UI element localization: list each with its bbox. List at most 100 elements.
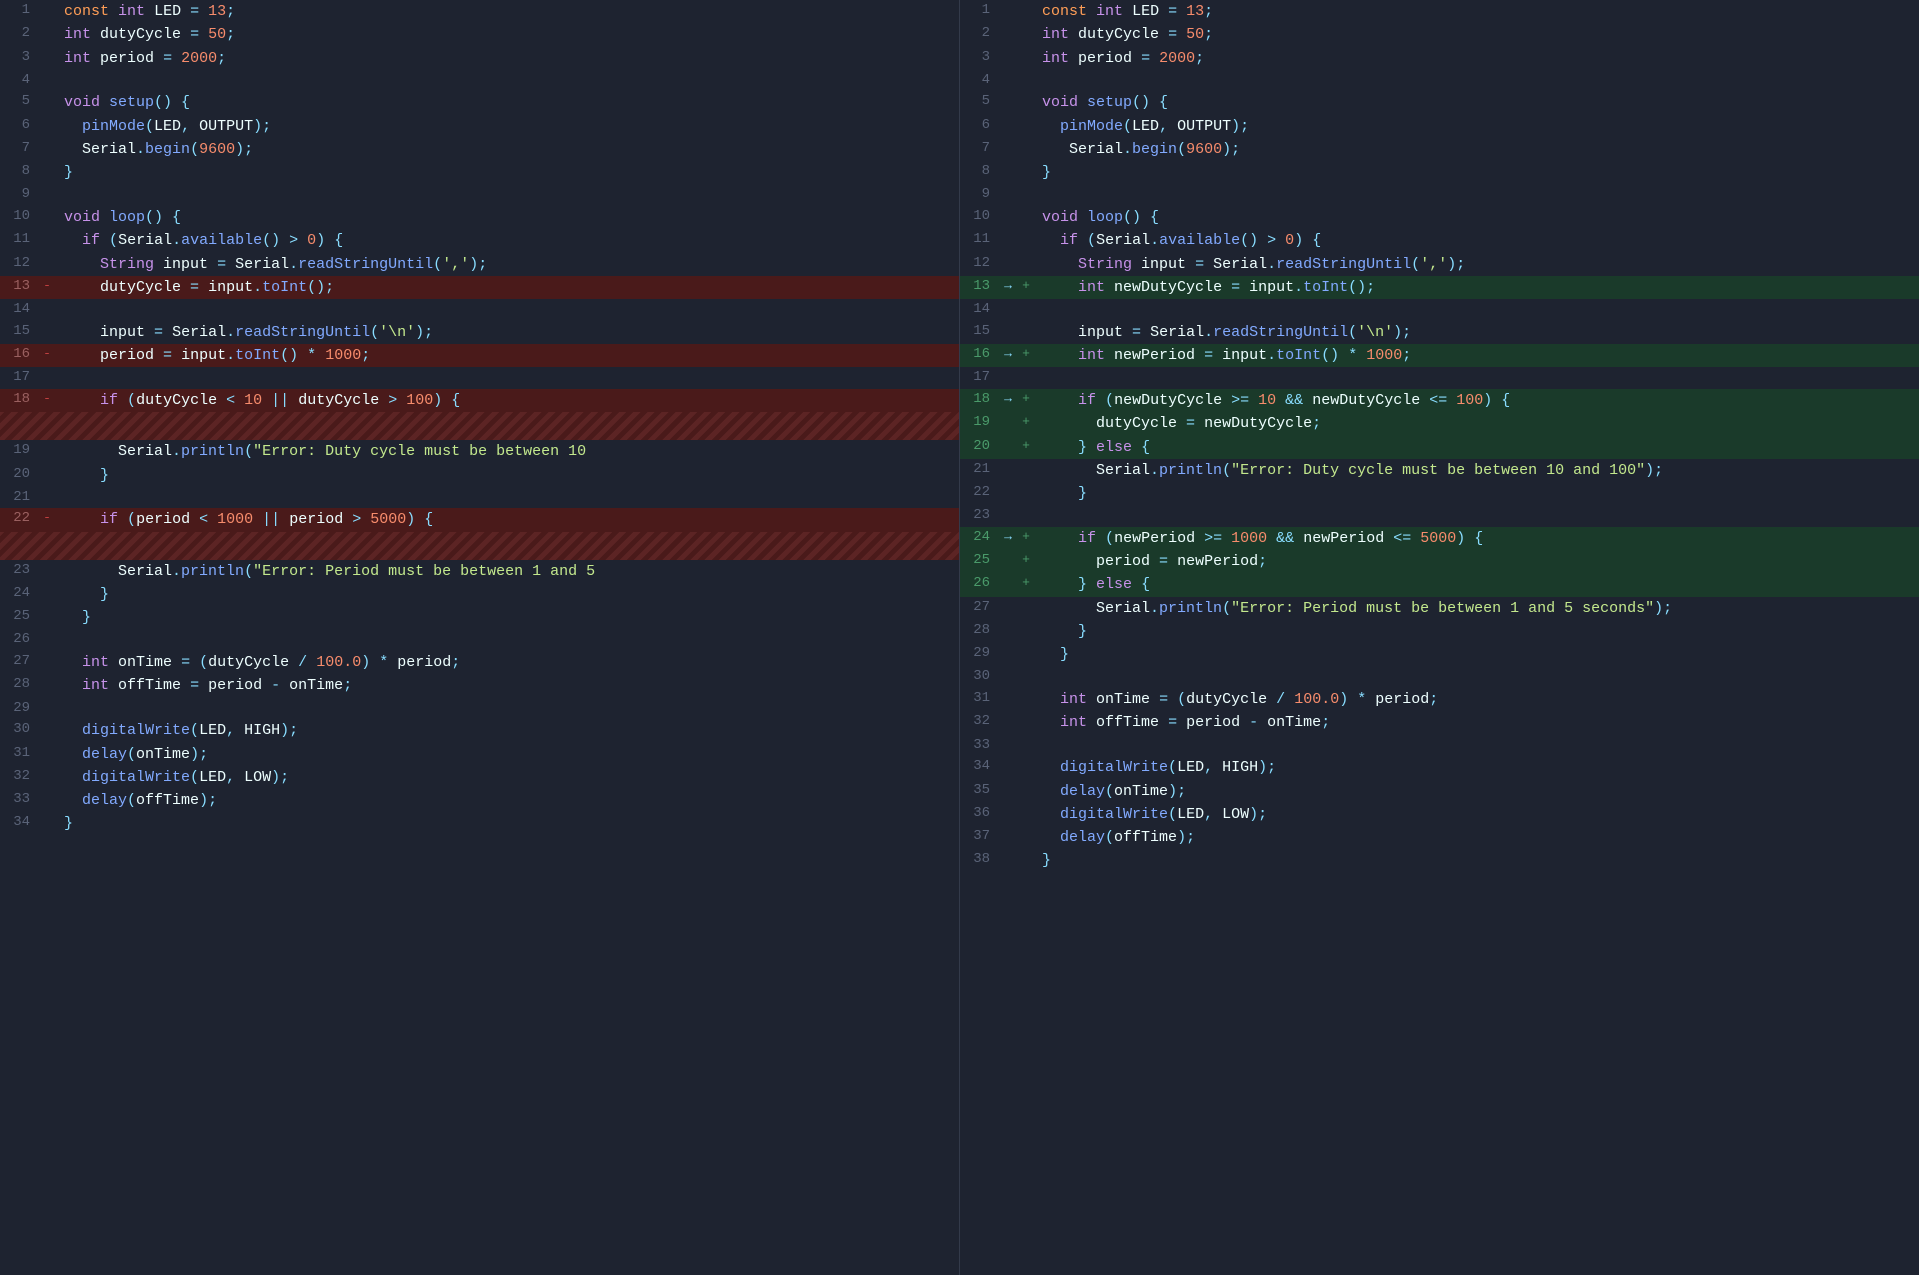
code-row: 30 — [960, 666, 1919, 688]
line-content: int period = 2000; — [1034, 47, 1919, 70]
line-content: Serial.begin(9600); — [56, 138, 959, 161]
line-diff-marker — [38, 629, 56, 651]
code-row: 17 — [0, 367, 959, 389]
line-number: 33 — [0, 789, 38, 812]
line-content — [1034, 367, 1919, 389]
line-content: int onTime = (dutyCycle / 100.0) * perio… — [1034, 688, 1919, 711]
line-number: 21 — [960, 459, 998, 482]
line-diff-marker — [38, 91, 56, 114]
arrow-indicator — [998, 849, 1018, 872]
line-content: Serial.println("Error: Duty cycle must b… — [56, 440, 959, 463]
plus-indicator — [1018, 115, 1034, 138]
line-number: 27 — [960, 597, 998, 620]
line-content — [1034, 505, 1919, 527]
line-number: 31 — [0, 743, 38, 766]
code-row: 23 — [960, 505, 1919, 527]
line-number: 6 — [960, 115, 998, 138]
line-diff-marker — [38, 487, 56, 509]
line-content — [1034, 666, 1919, 688]
line-content: } — [56, 606, 959, 629]
line-number: 15 — [0, 321, 38, 344]
line-number: 37 — [960, 826, 998, 849]
line-number: 7 — [960, 138, 998, 161]
line-content — [56, 299, 959, 321]
arrow-indicator: → — [998, 344, 1018, 367]
code-row: 18- if (dutyCycle < 10 || dutyCycle > 10… — [0, 389, 959, 412]
arrow-indicator — [998, 321, 1018, 344]
line-content: if (newDutyCycle >= 10 && newDutyCycle <… — [1034, 389, 1919, 412]
plus-indicator: + — [1018, 573, 1034, 596]
line-number: 32 — [960, 711, 998, 734]
line-number: 22 — [960, 482, 998, 505]
line-diff-marker — [38, 367, 56, 389]
line-number: 19 — [0, 440, 38, 463]
plus-indicator — [1018, 299, 1034, 321]
code-row: 28 int offTime = period - onTime; — [0, 674, 959, 697]
code-row: 20 } — [0, 464, 959, 487]
line-content: digitalWrite(LED, LOW); — [1034, 803, 1919, 826]
code-row: 3int period = 2000; — [960, 47, 1919, 70]
line-diff-marker — [38, 138, 56, 161]
code-row: 13→+ int newDutyCycle = input.toInt(); — [960, 276, 1919, 299]
plus-indicator — [1018, 505, 1034, 527]
arrow-indicator — [998, 826, 1018, 849]
code-row: 19+ dutyCycle = newDutyCycle; — [960, 412, 1919, 435]
line-number: 13 — [960, 276, 998, 299]
arrow-indicator — [998, 735, 1018, 757]
plus-indicator: + — [1018, 389, 1034, 412]
line-number: 32 — [0, 766, 38, 789]
code-row: 14 — [0, 299, 959, 321]
line-diff-marker — [38, 47, 56, 70]
plus-indicator — [1018, 849, 1034, 872]
code-row: 10void loop() { — [960, 206, 1919, 229]
line-content: void loop() { — [1034, 206, 1919, 229]
plus-indicator — [1018, 735, 1034, 757]
plus-indicator — [1018, 620, 1034, 643]
arrow-indicator — [998, 803, 1018, 826]
code-row: 31 int onTime = (dutyCycle / 100.0) * pe… — [960, 688, 1919, 711]
code-row: 33 delay(offTime); — [0, 789, 959, 812]
line-content: digitalWrite(LED, LOW); — [56, 766, 959, 789]
code-row: 7 Serial.begin(9600); — [0, 138, 959, 161]
code-row: 17 — [960, 367, 1919, 389]
plus-indicator — [1018, 161, 1034, 184]
left-code-view: 1const int LED = 13;2int dutyCycle = 50;… — [0, 0, 959, 836]
line-number: 25 — [0, 606, 38, 629]
line-content: int newDutyCycle = input.toInt(); — [1034, 276, 1919, 299]
code-row: 4 — [960, 70, 1919, 92]
code-row: 22 } — [960, 482, 1919, 505]
line-number — [0, 532, 38, 560]
line-number: 18 — [960, 389, 998, 412]
arrow-indicator — [998, 459, 1018, 482]
code-row: 38} — [960, 849, 1919, 872]
arrow-indicator — [998, 620, 1018, 643]
plus-indicator — [1018, 253, 1034, 276]
line-content: } — [1034, 849, 1919, 872]
code-row: 27 Serial.println("Error: Period must be… — [960, 597, 1919, 620]
line-number: 10 — [0, 206, 38, 229]
plus-indicator: + — [1018, 527, 1034, 550]
line-number: 5 — [0, 91, 38, 114]
line-content: } — [56, 464, 959, 487]
code-row: 29 } — [960, 643, 1919, 666]
code-row: 18→+ if (newDutyCycle >= 10 && newDutyCy… — [960, 389, 1919, 412]
code-row: 33 — [960, 735, 1919, 757]
code-row: 22- if (period < 1000 || period > 5000) … — [0, 508, 959, 531]
plus-indicator — [1018, 206, 1034, 229]
line-diff-marker — [38, 583, 56, 606]
arrow-indicator — [998, 688, 1018, 711]
code-row: 16→+ int newPeriod = input.toInt() * 100… — [960, 344, 1919, 367]
line-content: int newPeriod = input.toInt() * 1000; — [1034, 344, 1919, 367]
line-content: delay(offTime); — [1034, 826, 1919, 849]
line-number: 22 — [0, 508, 38, 531]
line-number: 27 — [0, 651, 38, 674]
plus-indicator — [1018, 229, 1034, 252]
line-number: 30 — [960, 666, 998, 688]
line-content: Serial.println("Error: Period must be be… — [1034, 597, 1919, 620]
plus-indicator — [1018, 367, 1034, 389]
line-number: 29 — [0, 698, 38, 720]
code-row: 31 delay(onTime); — [0, 743, 959, 766]
line-content: input = Serial.readStringUntil('\n'); — [1034, 321, 1919, 344]
code-row — [0, 532, 959, 560]
line-number: 25 — [960, 550, 998, 573]
